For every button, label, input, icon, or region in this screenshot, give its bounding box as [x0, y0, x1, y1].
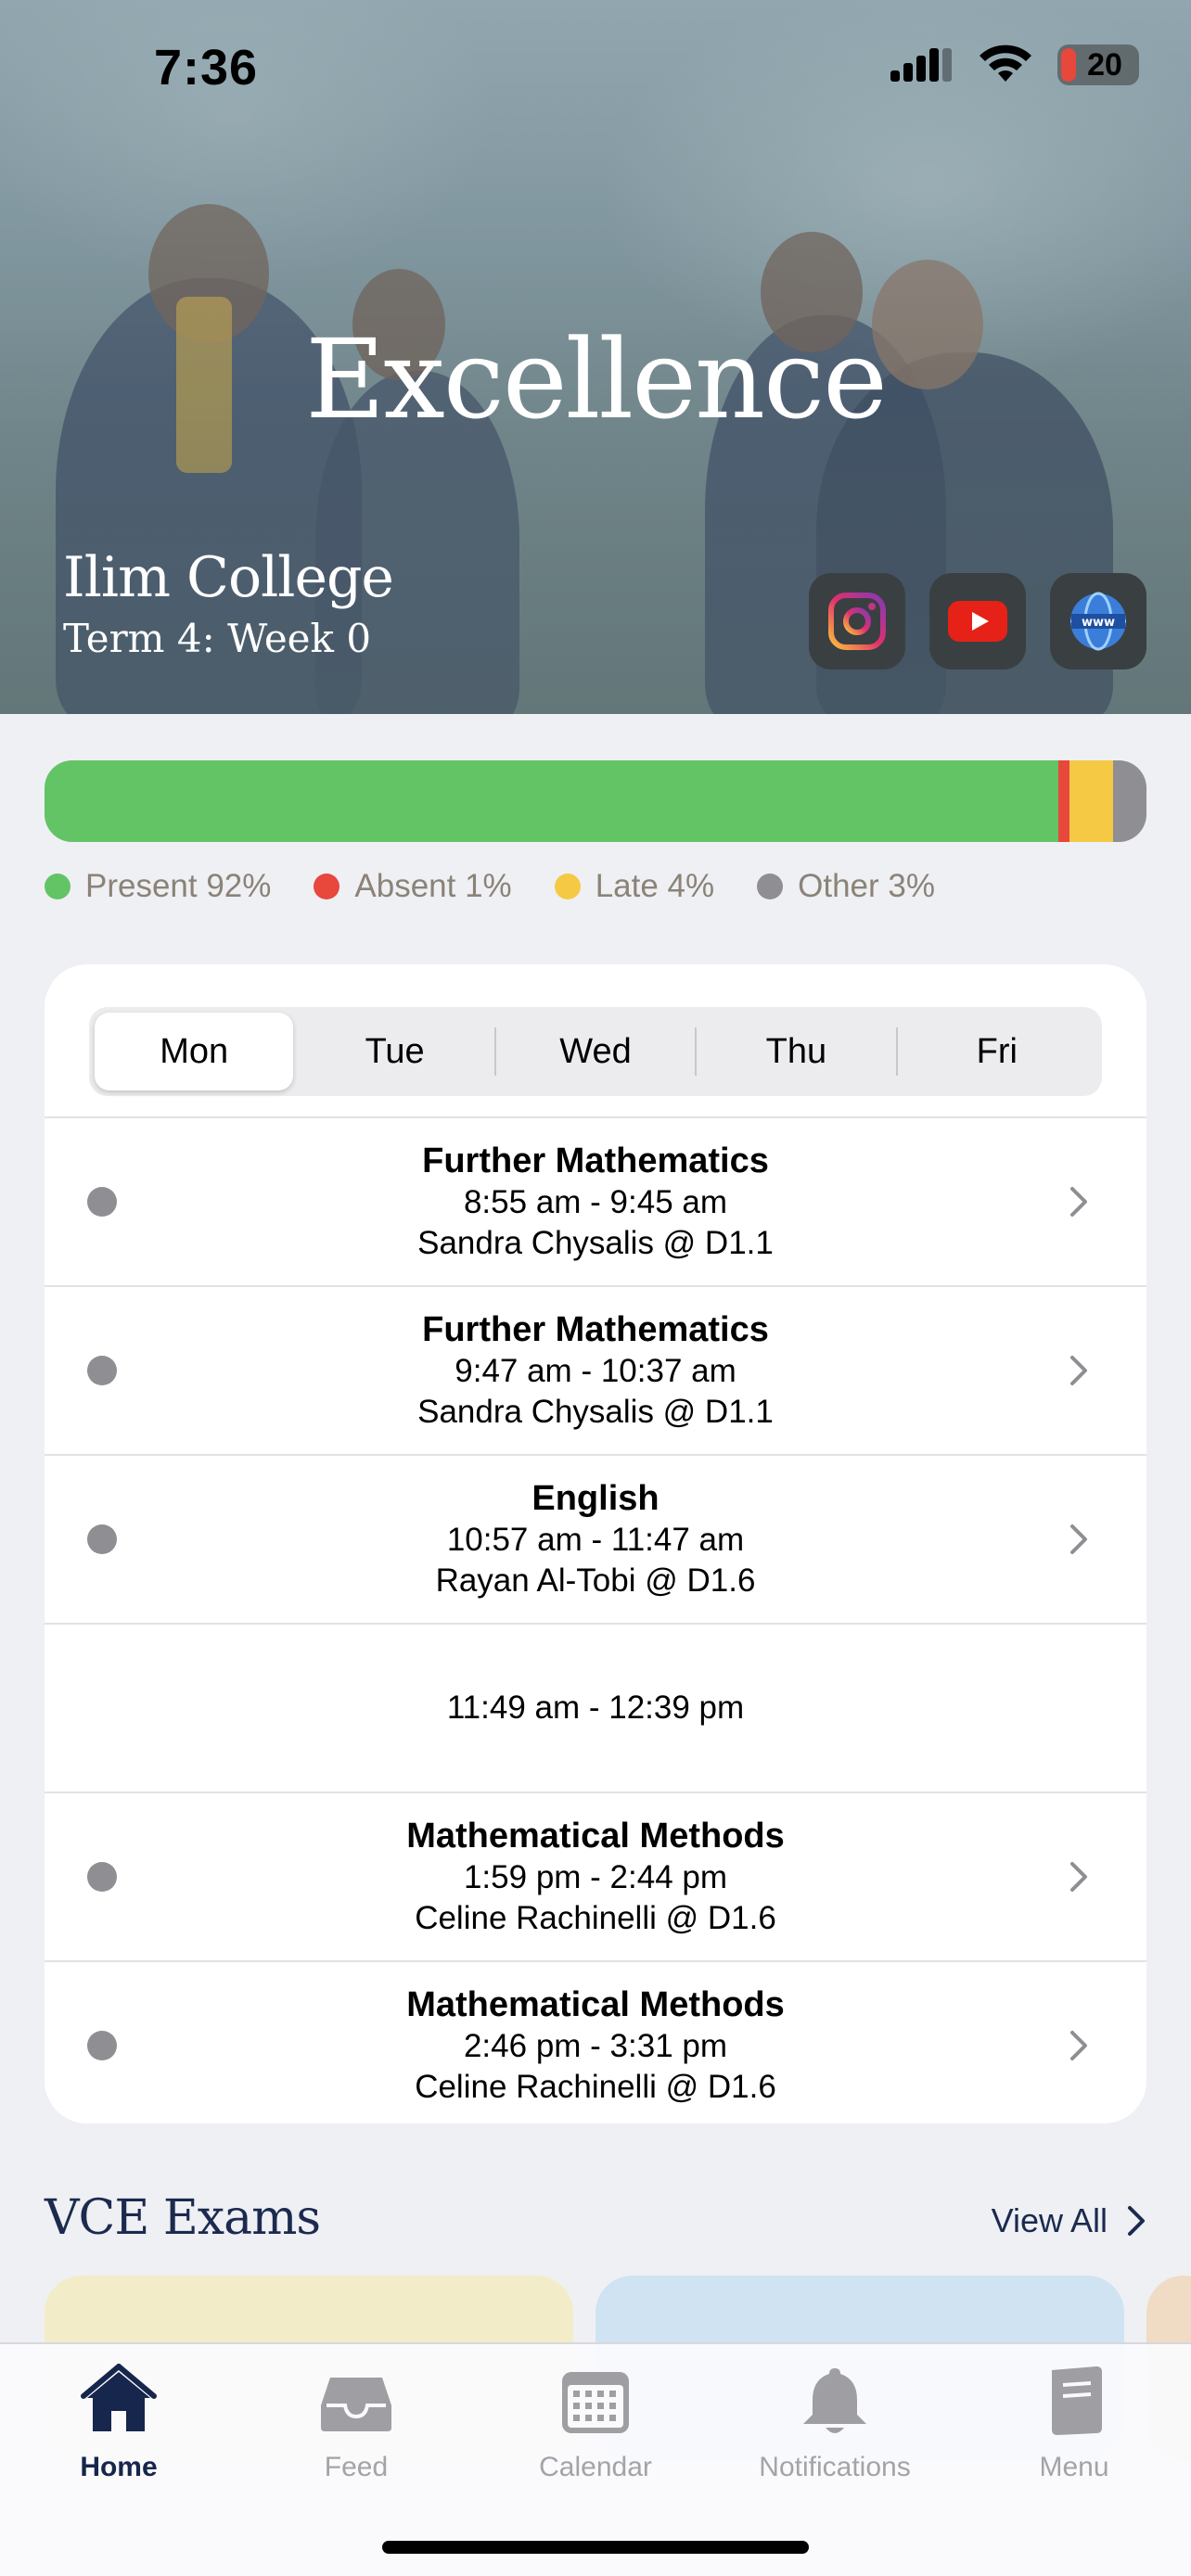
- chevron-right-icon: [1070, 1187, 1087, 1217]
- class-teacher-room: Rayan Al-Tobi @ D1.6: [435, 1562, 756, 1599]
- class-time: 11:49 am - 12:39 pm: [446, 1690, 745, 1726]
- hero-banner: 7:36 20 Excellence Ilim College Term 4: …: [0, 0, 1191, 714]
- class-row[interactable]: English 10:57 am - 11:47 am Rayan Al-Tobi …: [45, 1454, 1146, 1623]
- legend-item: Late 4%: [554, 868, 715, 905]
- tab-menu[interactable]: Menu: [972, 2363, 1176, 2483]
- svg-text:www: www: [1082, 616, 1115, 630]
- class-teacher-room: Celine Rachinelli @ D1.6: [415, 2069, 776, 2105]
- legend-dot: [554, 874, 581, 899]
- school-name: Ilim College: [63, 545, 394, 610]
- legend-label: Other 3%: [798, 868, 935, 904]
- timetable-card: Mon Tue Wed Thu Fri Further Mathematics 8:55 …: [45, 964, 1146, 2123]
- class-list: Further Mathematics 8:55 am - 9:45 am Sand…: [45, 1116, 1146, 2123]
- attendance-legend: Present 92% Absent 1% Late 4% Other 3%: [45, 868, 935, 905]
- class-subject: Mathematical Methods: [406, 1985, 785, 2024]
- menu-book-icon: [1052, 2366, 1102, 2435]
- day-selector[interactable]: Mon Tue Wed Thu Fri: [89, 1007, 1102, 1096]
- battery-level: 20: [1087, 46, 1122, 83]
- attendance-segment: [1057, 760, 1069, 842]
- free-period-row: 11:49 am - 12:39 pm: [45, 1623, 1146, 1792]
- view-all-button[interactable]: View All: [992, 2201, 1146, 2240]
- chevron-right-icon: [1070, 1356, 1087, 1385]
- legend-label: Late 4%: [595, 868, 715, 904]
- attendance-segment: [1113, 760, 1146, 842]
- tab-wed[interactable]: Wed: [496, 1013, 695, 1090]
- inbox-icon: [321, 2378, 391, 2431]
- status-icons: 20: [890, 45, 1139, 85]
- battery-indicator: 20: [1057, 45, 1139, 85]
- view-all-label: View All: [991, 2201, 1108, 2239]
- legend-dot: [757, 874, 784, 899]
- tab-fri[interactable]: Fri: [898, 1013, 1096, 1090]
- tab-label: Calendar: [539, 2452, 652, 2482]
- cellular-signal-icon: [890, 48, 952, 82]
- class-subject: Further Mathematics: [422, 1141, 769, 1180]
- status-dot: [87, 1862, 117, 1892]
- legend-item: Other 3%: [757, 868, 935, 905]
- tab-notifications[interactable]: Notifications: [733, 2363, 937, 2483]
- attendance-segment: [1069, 760, 1114, 842]
- status-dot: [87, 1187, 117, 1217]
- youtube-icon: [948, 601, 1007, 642]
- tab-feed[interactable]: Feed: [254, 2363, 458, 2483]
- class-subject: Mathematical Methods: [406, 1817, 785, 1855]
- tab-label: Home: [80, 2452, 158, 2482]
- instagram-button[interactable]: [809, 573, 905, 670]
- class-row[interactable]: Further Mathematics 8:55 am - 9:45 am Sand…: [45, 1116, 1146, 1285]
- class-row[interactable]: Mathematical Methods 2:46 pm - 3:31 pm Cel…: [45, 1960, 1146, 2123]
- term-week: Term 4: Week 0: [63, 616, 372, 661]
- tab-mon[interactable]: Mon: [95, 1013, 294, 1090]
- class-teacher-room: Sandra Chysalis @ D1.1: [417, 1225, 774, 1261]
- status-dot: [87, 1524, 117, 1554]
- home-icon: [81, 2364, 157, 2431]
- legend-item: Absent 1%: [314, 868, 512, 905]
- attendance-segment: [45, 760, 1058, 842]
- legend-item: Present 92%: [45, 868, 271, 905]
- chevron-right-icon: [1070, 2031, 1087, 2060]
- class-time: 10:57 am - 11:47 am: [446, 1522, 745, 1558]
- section-title-vce-exams: VCE Exams: [45, 2190, 321, 2246]
- class-time: 2:46 pm - 3:31 pm: [463, 2028, 728, 2064]
- status-dot: [87, 2031, 117, 2060]
- tab-label: Menu: [1039, 2452, 1109, 2482]
- legend-dot: [314, 874, 340, 899]
- tab-label: Notifications: [759, 2452, 911, 2482]
- chevron-right-icon: [1070, 1862, 1087, 1892]
- tab-tue[interactable]: Tue: [295, 1013, 493, 1090]
- tab-thu[interactable]: Thu: [697, 1013, 895, 1090]
- legend-label: Absent 1%: [354, 868, 512, 904]
- class-subject: Further Mathematics: [422, 1310, 769, 1349]
- class-time: 9:47 am - 10:37 am: [455, 1353, 736, 1389]
- class-row[interactable]: Further Mathematics 9:47 am - 10:37 am San…: [45, 1285, 1146, 1454]
- class-time: 8:55 am - 9:45 am: [463, 1184, 728, 1220]
- legend-label: Present 92%: [85, 868, 272, 904]
- class-row[interactable]: Mathematical Methods 1:59 pm - 2:44 pm Cel…: [45, 1792, 1146, 1960]
- class-subject: English: [531, 1479, 660, 1518]
- chevron-right-icon: [1070, 1524, 1087, 1554]
- home-indicator: [382, 2541, 809, 2554]
- class-teacher-room: Celine Rachinelli @ D1.6: [415, 1900, 776, 1936]
- calendar-icon: [562, 2372, 629, 2433]
- attendance-bar[interactable]: [45, 760, 1146, 842]
- bell-icon: [803, 2368, 866, 2433]
- instagram-icon: [828, 593, 886, 650]
- hero-title: Excellence: [305, 315, 888, 443]
- status-dot: [87, 1356, 117, 1385]
- status-time: 7:36: [154, 40, 259, 96]
- tab-home[interactable]: Home: [17, 2363, 221, 2483]
- class-time: 1:59 pm - 2:44 pm: [463, 1859, 728, 1895]
- tab-label: Feed: [324, 2452, 389, 2482]
- wifi-icon: [980, 45, 1031, 82]
- class-teacher-room: Sandra Chysalis @ D1.1: [417, 1394, 774, 1430]
- youtube-button[interactable]: [929, 573, 1026, 670]
- chevron-right-icon: [1128, 2206, 1145, 2236]
- globe-icon: www: [1070, 592, 1126, 651]
- website-button[interactable]: www: [1050, 573, 1146, 670]
- legend-dot: [45, 874, 70, 899]
- tab-calendar[interactable]: Calendar: [493, 2363, 698, 2483]
